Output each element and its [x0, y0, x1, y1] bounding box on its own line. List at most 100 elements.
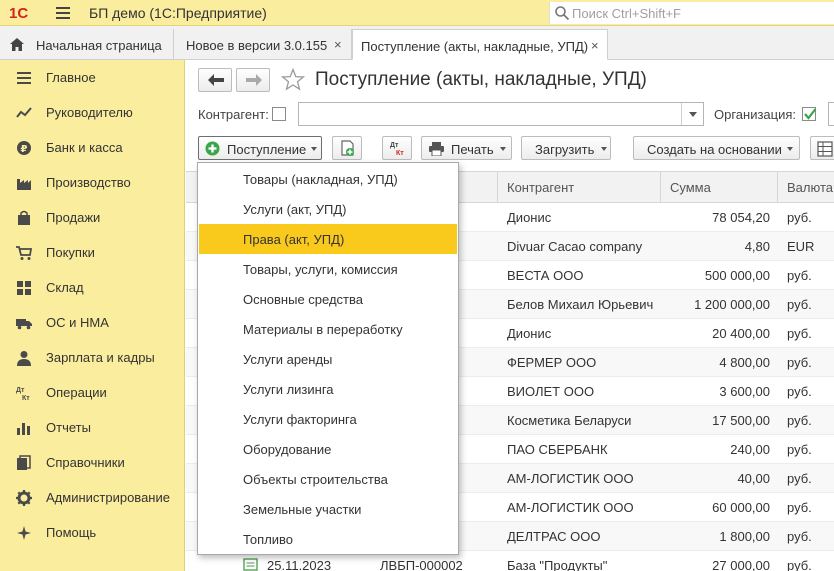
chevron-down-icon	[311, 147, 317, 151]
1c-logo-icon[interactable]: 1С	[9, 5, 43, 21]
sidebar-item-help[interactable]: Помощь	[0, 515, 184, 550]
menu-item-construction-objects[interactable]: Объекты строительства	[199, 464, 457, 494]
menu-item-goods-services-commission[interactable]: Товары, услуги, комиссия	[199, 254, 457, 284]
load-button[interactable]: Загрузить	[521, 136, 611, 160]
organization-checkbox[interactable]	[802, 107, 817, 121]
sidebar-item-label: Руководителю	[46, 105, 133, 120]
create-based-on-label: Создать на основании	[647, 142, 782, 157]
receipt-create-label: Поступление	[227, 142, 307, 157]
counterparty-checkbox[interactable]	[272, 107, 286, 121]
list-settings-icon	[817, 141, 833, 157]
counterparty-field[interactable]	[298, 102, 704, 126]
global-search[interactable]	[549, 2, 834, 24]
organization-field[interactable]	[828, 102, 834, 126]
cell-counterparty: Белов Михаил Юрьевич	[507, 297, 654, 312]
cell-counterparty: Divuar Cacao company	[507, 239, 643, 254]
search-input[interactable]	[572, 4, 830, 22]
menu-item-materials-processing[interactable]: Материалы в переработку	[199, 314, 457, 344]
receipt-create-button[interactable]: Поступление	[198, 136, 322, 160]
cell-counterparty: ФЕРМЕР ООО	[507, 355, 597, 370]
menu-item-land-plots[interactable]: Земельные участки	[199, 494, 457, 524]
menu-item-services[interactable]: Услуги (акт, УПД)	[199, 194, 457, 224]
cell-counterparty: ПАО СБЕРБАНК	[507, 442, 608, 457]
column-header-currency[interactable]: Валюта	[787, 180, 833, 195]
counterparty-dropdown-button[interactable]	[681, 103, 703, 125]
forward-button[interactable]	[236, 68, 270, 92]
help-icon	[17, 526, 31, 540]
sidebar-item-label: ОС и НМА	[46, 315, 109, 330]
sidebar-item-operations[interactable]: Дт Кт Операции	[0, 375, 184, 410]
cell-sum: 27 000,00	[712, 558, 770, 571]
menu-item-leasing-services[interactable]: Услуги лизинга	[199, 374, 457, 404]
check-icon	[804, 108, 817, 120]
cell-sum: 17 500,00	[712, 413, 770, 428]
sidebar-item-label: Банк и касса	[46, 140, 123, 155]
dt-kt-button[interactable]: Дт Кт	[382, 136, 412, 160]
sidebar-item-purchases[interactable]: Покупки	[0, 235, 184, 270]
menu-item-label: Земельные участки	[243, 502, 362, 517]
column-divider	[660, 172, 661, 203]
column-header-counterparty[interactable]: Контрагент	[507, 180, 574, 195]
cell-counterparty: ДЕЛТРАС ООО	[507, 529, 601, 544]
factory-icon	[17, 179, 31, 190]
tab-home[interactable]: Начальная страница	[0, 29, 174, 60]
sidebar-item-warehouse[interactable]: Склад	[0, 270, 184, 305]
sidebar-item-main[interactable]: Главное	[0, 60, 184, 95]
create-based-on-button[interactable]: Создать на основании	[633, 136, 800, 160]
warehouse-grid-icon	[17, 281, 31, 295]
cell-counterparty: База "Продукты"	[507, 558, 608, 571]
chart-trend-icon	[16, 107, 32, 118]
printer-icon	[429, 142, 444, 156]
copy-button[interactable]	[332, 136, 362, 160]
sidebar-item-reports[interactable]: Отчеты	[0, 410, 184, 445]
menu-item-fixed-assets[interactable]: Основные средства	[199, 284, 457, 314]
sidebar-item-catalogs[interactable]: Справочники	[0, 445, 184, 480]
column-header-sum[interactable]: Сумма	[670, 180, 711, 195]
chevron-down-icon	[601, 147, 607, 151]
sidebar-item-sales[interactable]: Продажи	[0, 200, 184, 235]
sidebar-item-admin[interactable]: Администрирование	[0, 480, 184, 515]
cell-counterparty: ВИОЛЕТ ООО	[507, 384, 595, 399]
back-button[interactable]	[198, 68, 232, 92]
menu-item-goods[interactable]: Товары (накладная, УПД)	[199, 164, 457, 194]
menu-item-rent-services[interactable]: Услуги аренды	[199, 344, 457, 374]
document-add-icon	[341, 140, 354, 156]
sidebar-item-production[interactable]: Производство	[0, 165, 184, 200]
sidebar-item-label: Производство	[46, 175, 131, 190]
main-menu-icon[interactable]	[56, 7, 70, 19]
sidebar-item-manager[interactable]: Руководителю	[0, 95, 184, 130]
tab-receipts[interactable]: Поступление (акты, накладные, УПД) ×	[352, 29, 608, 60]
sidebar-item-fixed-assets[interactable]: ОС и НМА	[0, 305, 184, 340]
app-title: БП демо (1С:Предприятие)	[89, 5, 267, 21]
sidebar-item-label: Помощь	[46, 525, 97, 540]
menu-item-equipment[interactable]: Оборудование	[199, 434, 457, 464]
sidebar-item-label: Главное	[46, 70, 96, 85]
cell-counterparty: АМ-ЛОГИСТИК ООО	[507, 500, 634, 515]
cell-sum: 40,00	[737, 471, 770, 486]
menu-item-rights[interactable]: Права (акт, УПД)	[199, 224, 457, 254]
truck-icon	[16, 319, 32, 330]
svg-text:Дт: Дт	[16, 387, 25, 394]
menu-item-label: Товары (накладная, УПД)	[243, 172, 398, 187]
ruble-coin-icon: ₽	[17, 141, 31, 155]
favorite-star-icon[interactable]	[281, 68, 305, 92]
menu-item-label: Топливо	[243, 532, 294, 547]
tab-whats-new[interactable]: Новое в версии 3.0.155 ×	[175, 29, 352, 60]
svg-text:₽: ₽	[21, 144, 28, 155]
counterparty-label: Контрагент:	[198, 107, 269, 122]
top-bar: 1С БП демо (1С:Предприятие)	[0, 0, 834, 26]
cell-currency: руб.	[787, 558, 812, 571]
tab-label: Начальная страница	[36, 38, 162, 53]
menu-item-factoring-services[interactable]: Услуги факторинга	[199, 404, 457, 434]
more-actions-button[interactable]	[810, 136, 834, 160]
sidebar-item-salary[interactable]: Зарплата и кадры	[0, 340, 184, 375]
cell-sum: 1 800,00	[719, 529, 770, 544]
sidebar-item-bank[interactable]: ₽ Банк и касса	[0, 130, 184, 165]
menu-item-fuel[interactable]: Топливо	[199, 524, 457, 554]
cell-counterparty: Косметика Беларуси	[507, 413, 632, 428]
close-icon[interactable]: ×	[591, 38, 599, 53]
print-button[interactable]: Печать	[421, 136, 512, 160]
close-icon[interactable]: ×	[334, 37, 342, 52]
sidebar-item-label: Зарплата и кадры	[46, 350, 155, 365]
cart-icon	[16, 246, 32, 260]
